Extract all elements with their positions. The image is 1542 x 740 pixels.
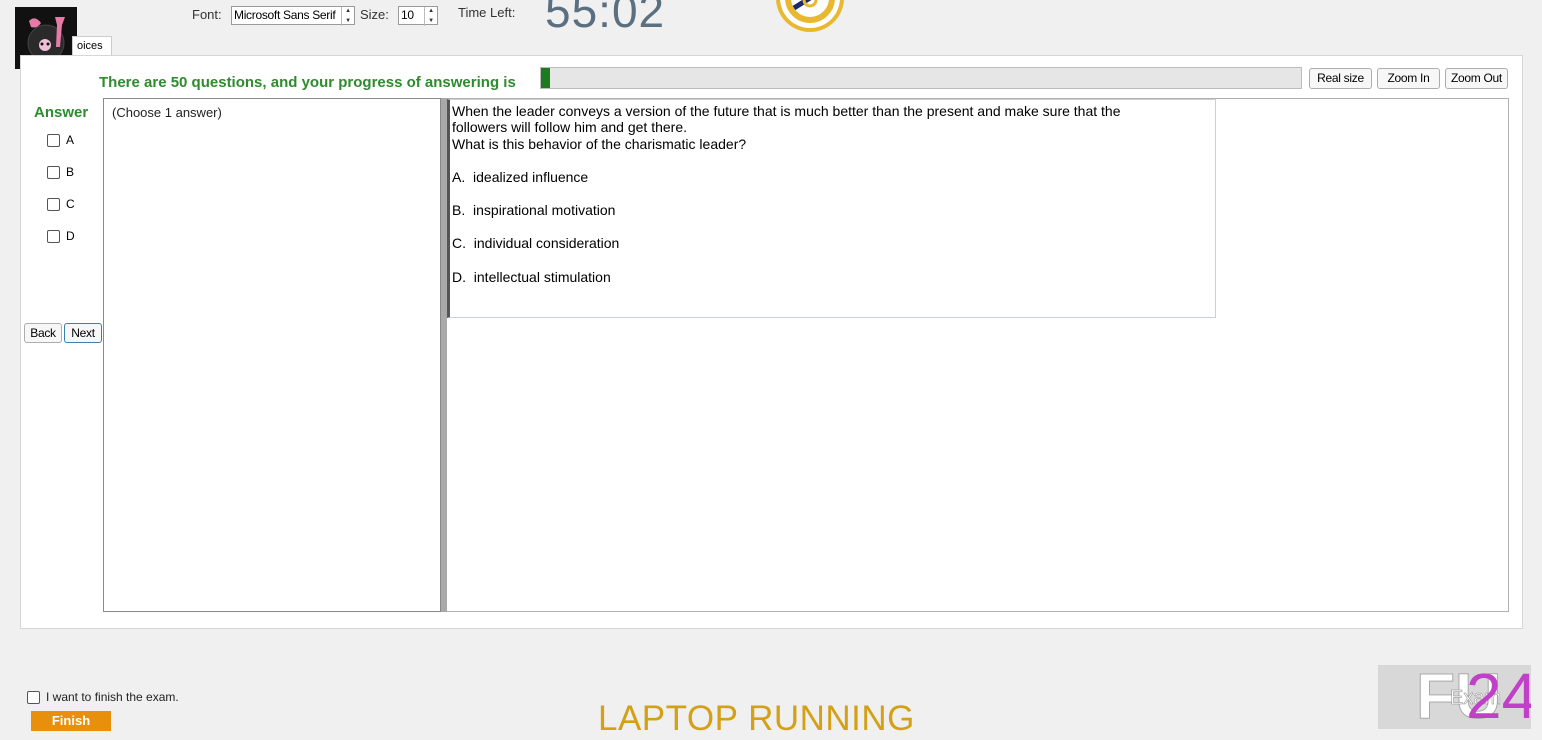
choice-letter: C. [452,235,466,251]
font-spinner[interactable]: ▲ ▼ [341,7,354,26]
font-label: Font: [192,7,222,22]
countdown-timer: 55:02 [545,0,666,37]
question-line-2: followers will follow him and get there. [452,119,687,135]
tab-choices[interactable]: oices [72,36,112,56]
next-button[interactable]: Next [64,323,102,343]
question-box: When the leader conveys a version of the… [447,99,1216,318]
up-arrow-icon: ▲ [345,8,351,14]
choice-a: A. idealized influence [452,169,588,185]
choice-d: D. intellectual stimulation [452,269,611,285]
font-select[interactable]: Microsoft Sans Serif ▲ ▼ [231,6,355,26]
splitter[interactable] [440,98,447,612]
finish-button[interactable]: Finish [31,711,111,731]
size-value: 10 [401,8,414,22]
answer-option-label: B [66,165,75,179]
answer-option-label: A [66,133,75,147]
answer-heading: Answer [34,104,89,121]
answer-option-a[interactable]: A [47,133,74,147]
real-size-button[interactable]: Real size [1309,68,1372,89]
checkbox[interactable] [47,133,60,147]
checkbox[interactable] [27,690,40,704]
checkbox[interactable] [47,197,60,211]
club-crest-icon [772,0,848,32]
choice-text: individual consideration [473,235,620,251]
answer-option-c[interactable]: C [47,197,75,211]
choice-b: B. inspirational motivation [452,202,615,218]
answer-option-d[interactable]: D [47,229,75,243]
zoom-in-button[interactable]: Zoom In [1377,68,1440,89]
finish-exam-checkbox[interactable]: I want to finish the exam. [27,690,179,704]
down-arrow-icon: ▼ [428,17,434,24]
choice-c: C. individual consideration [452,235,619,251]
checkbox[interactable] [47,229,60,243]
size-stepper[interactable]: 10 ▲ ▼ [398,6,438,26]
progress-text: There are 50 questions, and your progres… [99,74,516,91]
down-arrow-icon: ▼ [345,17,351,24]
answer-option-b[interactable]: B [47,165,74,179]
font-select-value: Microsoft Sans Serif [234,8,336,22]
finish-exam-label: I want to finish the exam. [46,690,179,704]
answer-option-label: D [66,229,75,243]
zoom-out-button[interactable]: Zoom Out [1445,68,1508,89]
choice-letter: A. [452,169,466,185]
time-left-label: Time Left: [458,5,516,20]
checkbox[interactable] [47,165,60,179]
question-line-1: When the leader conveys a version of the… [452,103,1121,119]
brand-24: 24 [1466,665,1531,729]
back-button[interactable]: Back [24,323,62,343]
instructions-pane: (Choose 1 answer) [103,98,441,612]
choice-letter: B. [452,202,466,218]
choice-letter: D. [452,269,466,285]
instructions-text: (Choose 1 answer) [112,105,222,120]
up-arrow-icon: ▲ [428,8,434,14]
size-spinner[interactable]: ▲ ▼ [424,7,437,26]
choice-text: intellectual stimulation [473,269,611,285]
brand-logo: FU Exam 24 [1378,665,1531,729]
status-text: LAPTOP RUNNING [598,699,915,738]
answer-option-label: C [66,197,75,211]
question-line-3: What is this behavior of the charismatic… [452,136,747,152]
progress-fill [541,68,551,88]
progress-bar [540,67,1302,89]
choice-text: idealized influence [473,169,589,185]
size-label: Size: [360,7,389,22]
choice-text: inspirational motivation [473,202,616,218]
